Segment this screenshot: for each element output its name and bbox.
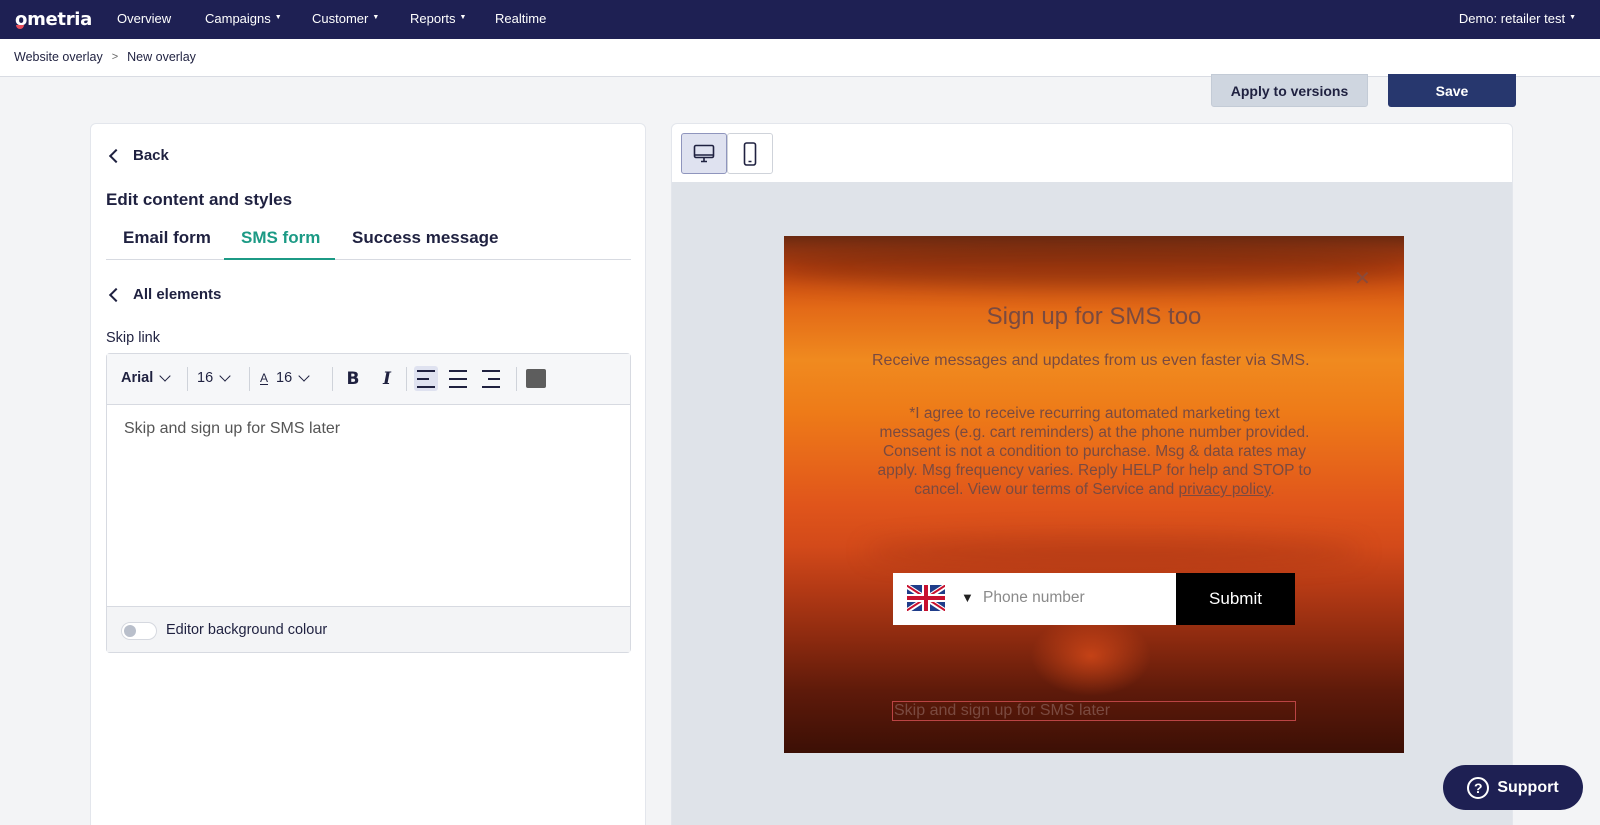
submit-button[interactable]: Submit xyxy=(1176,573,1295,625)
tab-sms-form[interactable]: SMS form xyxy=(241,228,320,248)
support-button[interactable]: ? Support xyxy=(1443,765,1583,810)
font-family-select[interactable]: Arial xyxy=(121,369,171,386)
line-height-icon: A xyxy=(260,370,269,385)
text-color-swatch[interactable] xyxy=(526,369,546,388)
chevron-left-icon xyxy=(108,148,124,163)
ometria-logo[interactable]: ometria xyxy=(15,9,92,30)
skip-link[interactable]: Skip and sign up for SMS later xyxy=(892,701,1296,721)
tab-success-message[interactable]: Success message xyxy=(352,228,499,248)
mobile-icon xyxy=(743,141,757,166)
top-nav: ometria Overview Campaigns ▼ Customer ▼ Re… xyxy=(0,0,1600,39)
align-right-icon[interactable] xyxy=(479,366,503,391)
caret-down-icon: ▼ xyxy=(274,14,282,21)
nav-campaigns[interactable]: Campaigns ▼ xyxy=(205,11,282,26)
align-left-icon[interactable] xyxy=(414,366,438,391)
account-switcher[interactable]: Demo: retailer test ▼ xyxy=(1459,11,1576,26)
phone-field[interactable]: ▼ Phone number xyxy=(893,573,1176,625)
nav-reports[interactable]: Reports ▼ xyxy=(410,11,466,26)
nav-realtime[interactable]: Realtime xyxy=(495,11,546,26)
breadcrumb-separator: > xyxy=(111,51,119,63)
form-tabs: Email form SMS form Success message xyxy=(106,222,631,260)
close-icon[interactable]: ✕ xyxy=(1354,266,1371,290)
editor-panel: Back Edit content and styles Email form … xyxy=(90,123,646,825)
overlay-title: Sign up for SMS too xyxy=(986,303,1202,330)
field-label: Skip link xyxy=(106,330,160,346)
breadcrumb-website-overlay[interactable]: Website overlay xyxy=(14,50,103,64)
mobile-preview-button[interactable] xyxy=(727,133,773,174)
chevron-down-icon xyxy=(298,369,310,382)
caret-down-icon: ▼ xyxy=(372,14,380,21)
apply-to-versions-button[interactable]: Apply to versions xyxy=(1211,74,1368,107)
bold-icon[interactable]: B xyxy=(341,366,365,391)
chevron-down-icon xyxy=(159,369,171,382)
editor-toolbar: Arial 16 A 16 B I xyxy=(107,354,630,405)
sms-overlay-preview: ✕ Sign up for SMS too Receive messages a… xyxy=(784,236,1404,753)
overlay-subtitle: Receive messages and updates from us eve… xyxy=(872,352,1310,369)
panel-title: Edit content and styles xyxy=(106,190,293,209)
back-button[interactable]: Back xyxy=(107,147,169,164)
active-tab-indicator xyxy=(224,258,335,260)
tab-email-form[interactable]: Email form xyxy=(123,228,211,248)
breadcrumb: Website overlay > New overlay xyxy=(14,50,196,64)
chevron-left-icon xyxy=(108,287,124,302)
overlay-legal-text: *I agree to receive recurring automated … xyxy=(877,405,1312,498)
editor-footer: Editor background colour xyxy=(107,606,630,652)
phone-number-input[interactable]: Phone number xyxy=(983,589,1085,607)
desktop-preview-button[interactable] xyxy=(681,133,727,174)
help-icon: ? xyxy=(1467,776,1490,799)
align-center-icon[interactable] xyxy=(446,366,470,391)
caret-down-icon: ▼ xyxy=(1569,14,1576,21)
desktop-icon xyxy=(693,144,715,162)
font-size-select[interactable]: 16 xyxy=(197,369,231,386)
caret-down-icon: ▼ xyxy=(459,14,467,21)
editor-background-label: Editor background colour xyxy=(166,622,328,638)
editor-background-toggle[interactable] xyxy=(121,622,157,640)
chevron-down-icon xyxy=(219,369,231,382)
italic-icon[interactable]: I xyxy=(375,366,399,391)
uk-flag-icon[interactable] xyxy=(907,585,945,611)
line-height-select[interactable]: A 16 xyxy=(260,369,310,386)
preview-panel: ✕ Sign up for SMS too Receive messages a… xyxy=(671,123,1513,825)
breadcrumb-new-overlay: New overlay xyxy=(127,50,196,64)
all-elements-link[interactable]: All elements xyxy=(107,286,221,303)
save-button[interactable]: Save xyxy=(1388,74,1516,107)
rich-text-editor: Arial 16 A 16 B I Skip and sign up for S… xyxy=(106,353,631,653)
nav-overview[interactable]: Overview xyxy=(117,11,171,26)
country-dropdown-icon[interactable]: ▼ xyxy=(961,590,974,605)
nav-customer[interactable]: Customer ▼ xyxy=(312,11,379,26)
device-toggle-bar xyxy=(672,124,1512,182)
breadcrumb-bar: Website overlay > New overlay xyxy=(0,39,1600,77)
privacy-policy-link[interactable]: privacy policy xyxy=(1179,481,1271,498)
editor-content[interactable]: Skip and sign up for SMS later xyxy=(124,420,340,438)
